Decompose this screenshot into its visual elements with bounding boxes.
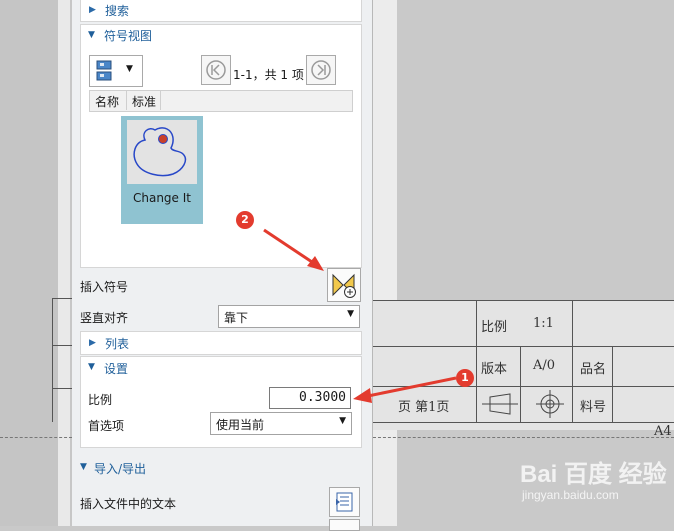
annotation-badge-1: 1 bbox=[456, 369, 474, 387]
watermark-url: jingyan.baidu.com bbox=[522, 488, 619, 502]
annotation-badge-2: 2 bbox=[236, 211, 254, 229]
annotation-arrows bbox=[263, 228, 457, 403]
watermark-logo: Bai 百度 经验 bbox=[520, 461, 667, 488]
